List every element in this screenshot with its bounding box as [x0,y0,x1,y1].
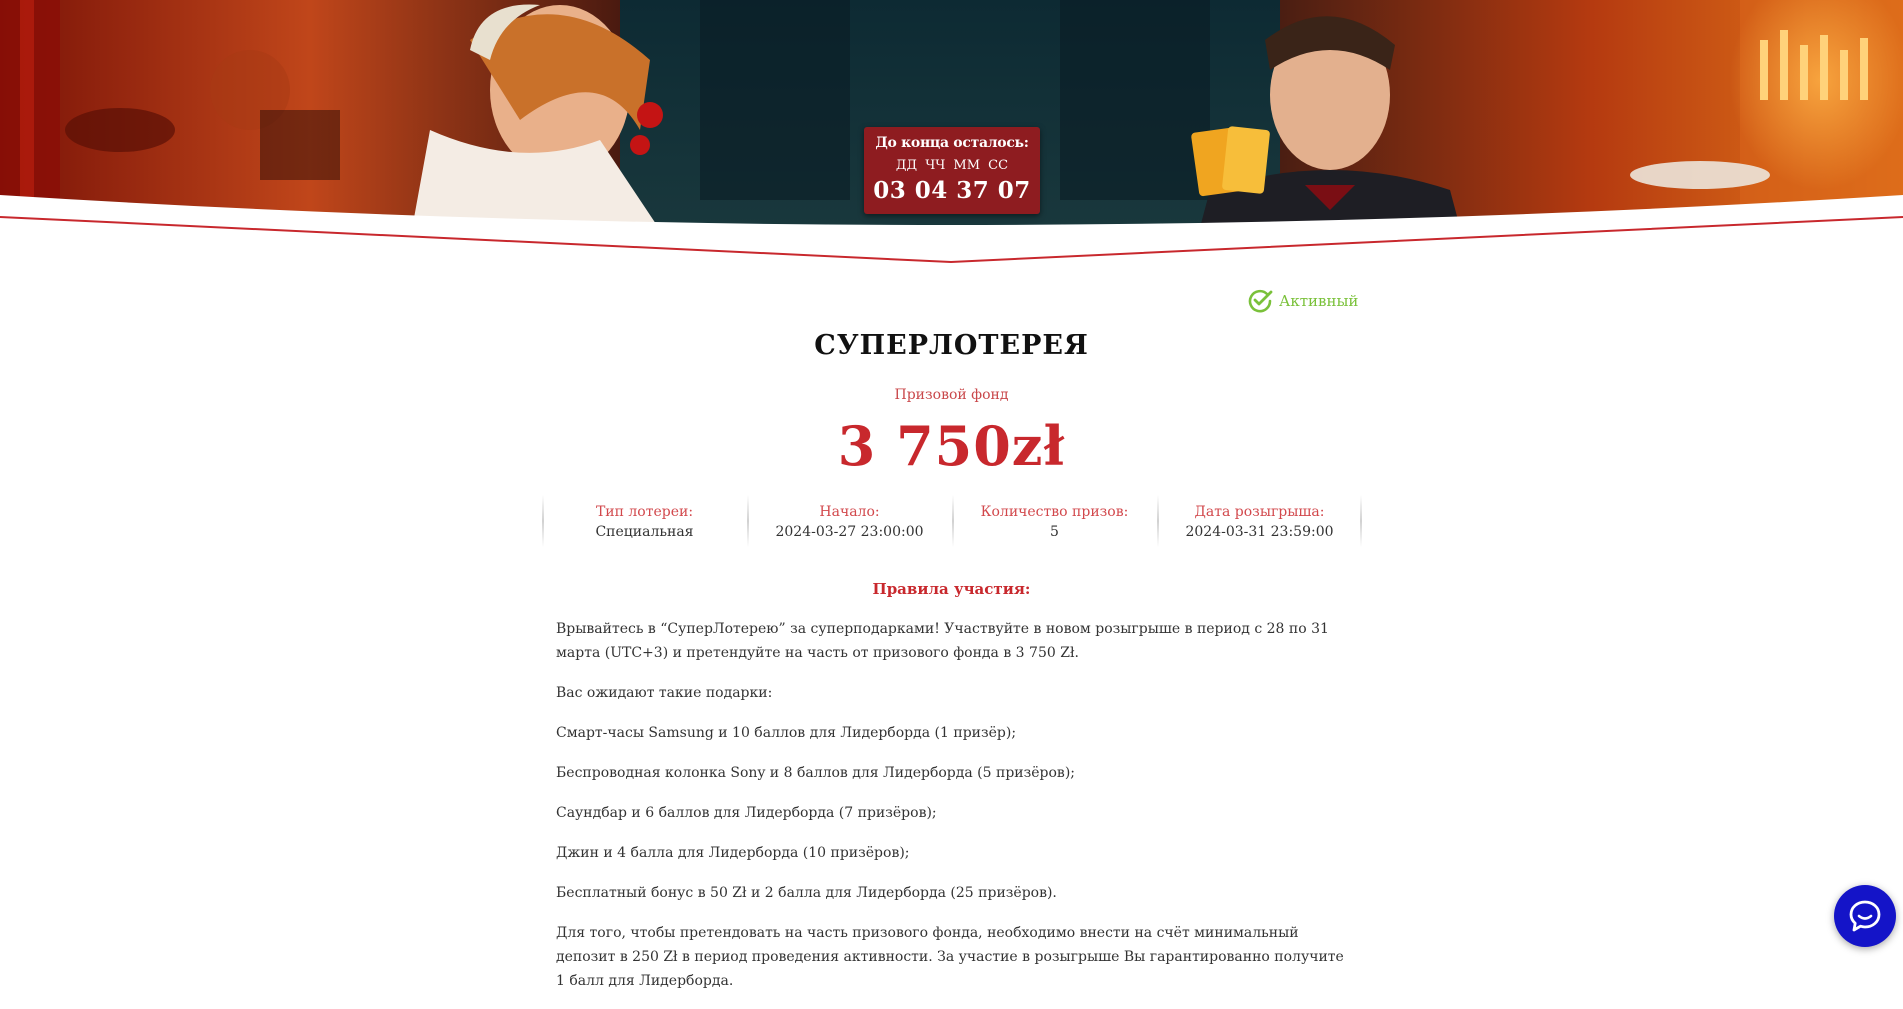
rules-paragraph: Беспроводная колонка Sony и 8 баллов для… [556,765,1075,781]
info-prize-count: Количество призов: 5 [952,493,1157,549]
rules-paragraph: Врывайтесь в “СуперЛотерею” за суперпода… [556,621,1329,661]
countdown-value: 03 04 37 07 [873,177,1031,204]
hero-banner: До конца осталось: ДД ЧЧ ММ СС 03 04 37 … [0,0,1903,265]
info-value: Специальная [595,524,694,540]
info-label: Количество призов: [980,504,1129,520]
rules-paragraph: Джин и 4 балла для Лидерборда (10 призёр… [556,845,910,861]
rules-paragraph: Для того, чтобы претендовать на часть пр… [556,925,1344,989]
lottery-info-row: Тип лотереи: Специальная Начало: 2024-03… [542,493,1362,549]
rules-paragraph: Смарт-часы Samsung и 10 баллов для Лидер… [556,725,1017,741]
countdown-units: ДД ЧЧ ММ СС [895,158,1009,173]
rules-paragraph: Бесплатный бонус в 50 Zł и 2 балла для Л… [556,885,1057,901]
info-value: 5 [1050,524,1059,540]
chat-bubble-icon [1849,900,1881,932]
prize-fund-label: Призовой фонд [894,387,1009,403]
info-label: Тип лотереи: [595,504,694,520]
page-title: СУПЕРЛОТЕРЕЯ [814,330,1089,361]
info-lottery-type: Тип лотереи: Специальная [542,493,747,549]
rules-text: Врывайтесь в “СуперЛотерею” за суперпода… [556,617,1346,1009]
rules-paragraph: Саундбар и 6 баллов для Лидерборда (7 пр… [556,805,937,821]
countdown-timer: До конца осталось: ДД ЧЧ ММ СС 03 04 37 … [864,127,1040,214]
rules-paragraph: Вас ожидают такие подарки: [556,685,773,701]
check-circle-icon [1248,289,1273,313]
info-draw-date: Дата розыгрыша: 2024-03-31 23:59:00 [1157,493,1362,549]
info-value: 2024-03-31 23:59:00 [1185,524,1334,540]
chat-button[interactable] [1834,885,1896,947]
info-value: 2024-03-27 23:00:00 [775,524,924,540]
status-label: Активный [1279,292,1359,310]
status-badge: Активный [1247,287,1358,315]
rules-title: Правила участия: [872,580,1031,598]
prize-fund-value: 3 750zł [837,414,1066,478]
info-label: Дата розыгрыша: [1194,504,1325,520]
info-start: Начало: 2024-03-27 23:00:00 [747,493,952,549]
info-label: Начало: [819,504,880,520]
countdown-title: До конца осталось: [875,135,1029,151]
